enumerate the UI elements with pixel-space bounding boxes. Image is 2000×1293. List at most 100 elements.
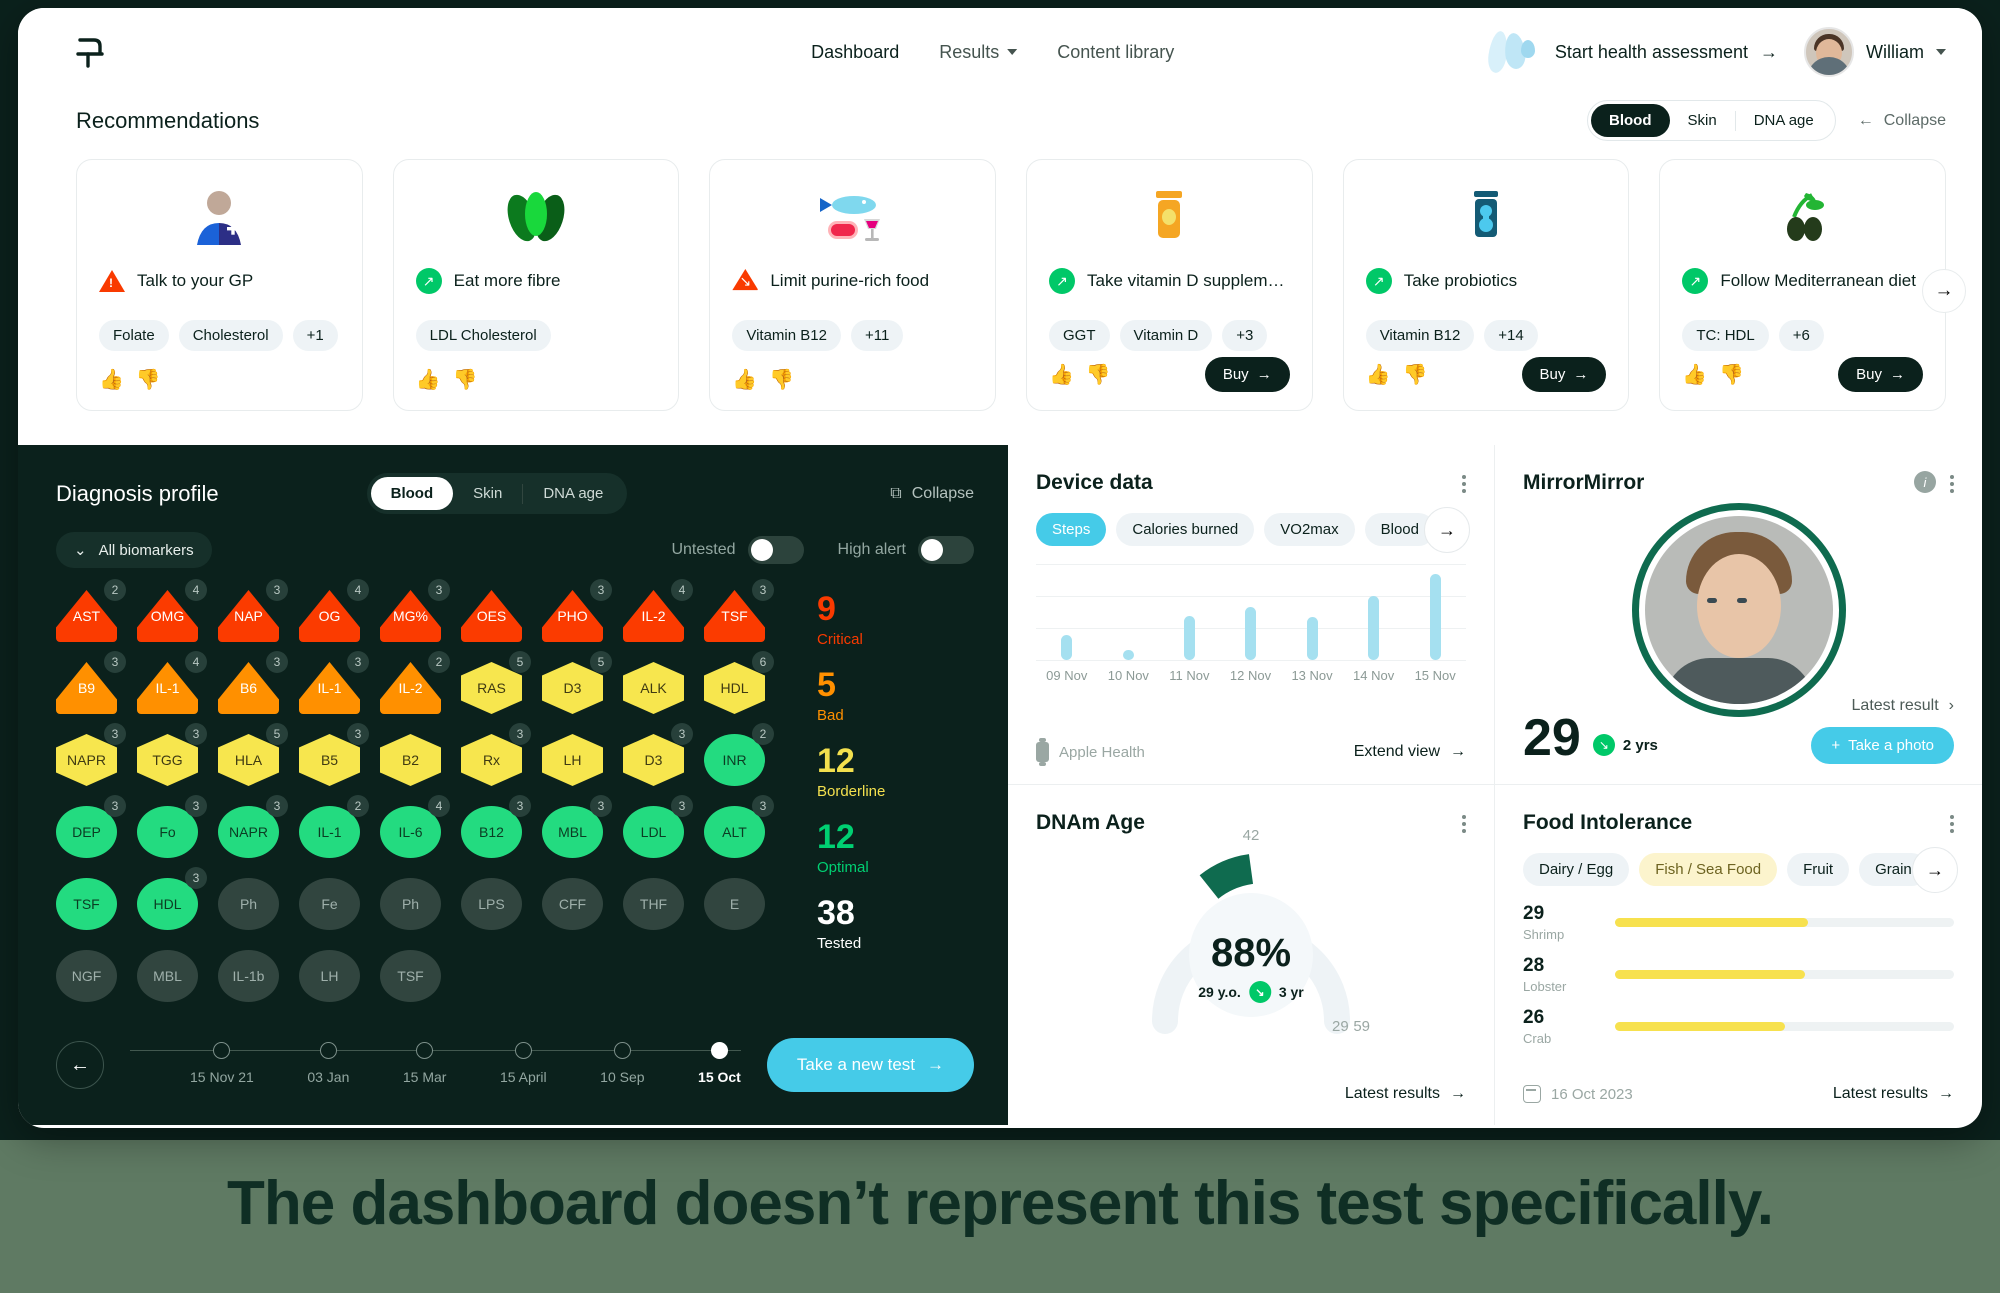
timeline-point[interactable]: 15 Mar (403, 1036, 446, 1085)
buy-button[interactable]: Buy → (1204, 357, 1290, 392)
timeline-point[interactable]: 15 Nov 21 (190, 1036, 254, 1085)
chart-bar[interactable] (1122, 650, 1134, 660)
biomarker-optimal[interactable]: TSF (56, 878, 117, 930)
biomarker-critical[interactable]: OG 4 (299, 579, 369, 642)
recommendation-card[interactable]: ↗ Take probiotics Vitamin B12 +14 👍 👎 Bu… (1342, 159, 1630, 411)
more-options-icon[interactable] (1462, 471, 1466, 493)
biomarker-optimal[interactable]: Fo 3 (137, 795, 207, 858)
thumbs-down-icon[interactable]: 👎 (1403, 362, 1428, 387)
thumbs-down-icon[interactable]: 👎 (453, 367, 478, 392)
device-pills-next-button[interactable]: → (1424, 507, 1470, 553)
biomarker-untested[interactable]: LH (299, 950, 360, 1002)
chip[interactable]: +11 (850, 320, 904, 351)
tab-dna-age[interactable]: DNA age (523, 477, 623, 510)
recommendation-card[interactable]: ↗ Follow Mediterranean diet TC: HDL +6 👍… (1659, 159, 1947, 411)
timeline-point[interactable]: 15 April (500, 1036, 547, 1085)
biomarker-borderline[interactable]: HDL 6 (704, 651, 774, 714)
nav-link-dashboard[interactable]: Dashboard (811, 42, 899, 63)
dnam-latest-results-link[interactable]: Latest results → (1345, 1085, 1466, 1103)
timeline-point[interactable]: 15 Oct (698, 1036, 741, 1085)
brand-logo-icon[interactable] (72, 32, 112, 72)
biomarker-optimal[interactable]: MBL 3 (542, 795, 612, 858)
nav-link-content-library[interactable]: Content library (1057, 42, 1174, 63)
thumbs-up-icon[interactable]: 👍 (416, 367, 441, 392)
food-pills-next-button[interactable]: → (1912, 847, 1958, 893)
biomarker-borderline[interactable]: RAS 5 (461, 651, 531, 714)
all-biomarkers-dropdown[interactable]: ⌄ All biomarkers (56, 532, 212, 568)
recommendation-card[interactable]: ↗ Take vitamin D supplement GGT Vitamin … (1026, 159, 1313, 411)
pill-fruit[interactable]: Fruit (1787, 853, 1850, 886)
pill-steps[interactable]: Steps (1036, 513, 1107, 546)
biomarker-critical[interactable]: MG% 3 (380, 579, 450, 642)
thumbs-up-icon[interactable]: 👍 (1366, 362, 1391, 387)
biomarker-optimal[interactable]: IL-1 2 (299, 795, 369, 858)
biomarker-critical[interactable]: PHO 3 (542, 579, 612, 642)
pill-dairy-egg[interactable]: Dairy / Egg (1523, 853, 1630, 886)
chart-bar[interactable] (1429, 573, 1441, 660)
biomarker-borderline[interactable]: B5 3 (299, 723, 369, 786)
chart-bar[interactable] (1061, 635, 1073, 660)
biomarker-untested[interactable]: E (704, 878, 765, 930)
biomarker-critical[interactable]: OMG 4 (137, 579, 207, 642)
thumbs-up-icon[interactable]: 👍 (1682, 362, 1707, 387)
more-options-icon[interactable] (1950, 471, 1954, 493)
chip[interactable]: +3 (1222, 320, 1268, 351)
tab-skin[interactable]: Skin (1670, 104, 1735, 137)
high-alert-toggle[interactable] (918, 536, 974, 564)
thumbs-up-icon[interactable]: 👍 (732, 367, 757, 392)
pill-fish-sea-food[interactable]: Fish / Sea Food (1639, 853, 1778, 886)
thumbs-down-icon[interactable]: 👎 (136, 367, 161, 392)
chip[interactable]: Cholesterol (178, 320, 283, 351)
biomarker-bad[interactable]: IL-1 4 (137, 651, 207, 714)
biomarker-borderline[interactable]: TGG 3 (137, 723, 207, 786)
diagnosis-collapse-button[interactable]: ⧉ Collapse (890, 485, 974, 503)
tab-blood[interactable]: Blood (370, 477, 454, 510)
pill-calories-burned[interactable]: Calories burned (1116, 513, 1255, 546)
biomarker-optimal[interactable]: LDL 3 (623, 795, 693, 858)
start-health-assessment-button[interactable]: Start health assessment → (1486, 29, 1778, 75)
biomarker-untested[interactable]: TSF (380, 950, 441, 1002)
untested-toggle[interactable] (747, 536, 804, 564)
biomarker-borderline[interactable]: D3 3 (623, 723, 693, 786)
user-menu[interactable]: William (1804, 27, 1946, 77)
recommendation-card[interactable]: ↗ Eat more fibre LDL Cholesterol 👍 👎 (392, 159, 680, 411)
biomarker-optimal[interactable]: NAPR 3 (218, 795, 288, 858)
chip[interactable]: +14 (1484, 320, 1538, 351)
thumbs-up-icon[interactable]: 👍 (1049, 362, 1074, 387)
chip[interactable]: LDL Cholesterol (415, 320, 551, 351)
thumbs-down-icon[interactable]: 👎 (1086, 362, 1111, 387)
biomarker-untested[interactable]: Ph (218, 878, 279, 930)
timeline-back-button[interactable]: ← (56, 1041, 104, 1089)
nav-link-results[interactable]: Results (939, 42, 1018, 63)
biomarker-optimal[interactable]: ALT 3 (704, 795, 774, 858)
take-new-test-button[interactable]: Take a new test → (766, 1038, 974, 1092)
biomarker-optimal[interactable]: HDL 3 (137, 867, 207, 930)
pill-vo2max[interactable]: VO2max (1264, 513, 1355, 546)
tab-dna-age[interactable]: DNA age (1736, 104, 1832, 137)
chip[interactable]: Vitamin D (1119, 320, 1213, 351)
biomarker-borderline[interactable]: ALK (623, 662, 684, 714)
mirror-latest-result-link[interactable]: Latest result › (1852, 697, 1954, 715)
chip[interactable]: Folate (99, 320, 169, 351)
biomarker-untested[interactable]: NGF (56, 950, 117, 1002)
biomarker-untested[interactable]: Ph (380, 878, 441, 930)
chart-bar[interactable] (1368, 595, 1380, 660)
biomarker-borderline[interactable]: NAPR 3 (56, 723, 126, 786)
chart-bar[interactable] (1245, 607, 1257, 660)
chart-bar[interactable] (1184, 615, 1196, 660)
chip[interactable]: TC: HDL (1682, 320, 1769, 351)
buy-button[interactable]: Buy → (1838, 357, 1924, 392)
biomarker-borderline[interactable]: B2 (380, 734, 441, 786)
biomarker-borderline[interactable]: LH (542, 734, 603, 786)
biomarker-critical[interactable]: IL-2 4 (623, 579, 693, 642)
biomarker-untested[interactable]: CFF (542, 878, 603, 930)
biomarker-untested[interactable]: IL-1b (218, 950, 279, 1002)
recommendations-collapse-button[interactable]: ← Collapse (1858, 112, 1946, 130)
timeline-point[interactable]: 10 Sep (600, 1036, 645, 1085)
recommendation-card[interactable]: Talk to your GP Folate Cholesterol +1 👍 … (76, 159, 363, 411)
biomarker-optimal[interactable]: B12 3 (461, 795, 531, 858)
thumbs-down-icon[interactable]: 👎 (1719, 362, 1744, 387)
tab-blood[interactable]: Blood (1591, 104, 1670, 137)
biomarker-optimal[interactable]: INR 2 (704, 723, 774, 786)
biomarker-critical[interactable]: NAP 3 (218, 579, 288, 642)
